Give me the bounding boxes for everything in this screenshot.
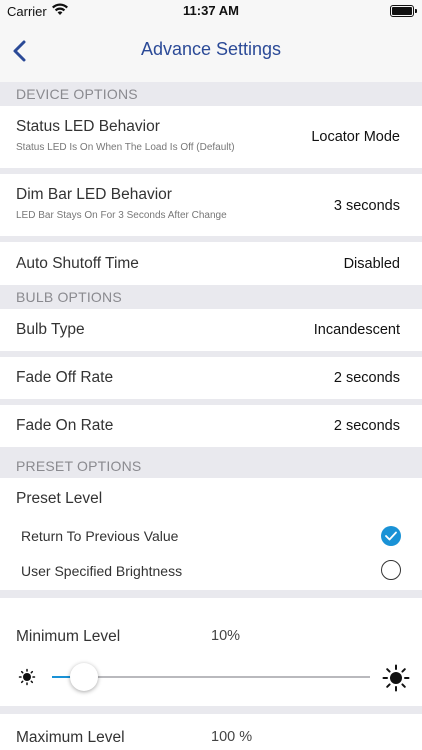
- section-header-bulb-options: BULB OPTIONS: [0, 285, 422, 309]
- status-led-sublabel: Status LED Is On When The Load Is Off (D…: [16, 142, 235, 153]
- preset-option-label: User Specified Brightness: [21, 563, 183, 579]
- maximum-level-label: Maximum Level: [16, 729, 125, 746]
- status-led-row[interactable]: Status LED Behavior Status LED Is On Whe…: [0, 106, 422, 168]
- clock: 11:37 AM: [183, 3, 239, 18]
- sun-small-icon: [18, 668, 36, 686]
- preset-option-return-to-previous[interactable]: Return To Previous Value: [0, 522, 422, 550]
- radio-unselected-icon[interactable]: [381, 560, 401, 580]
- minimum-level-value: 10%: [211, 628, 241, 644]
- dim-bar-led-row[interactable]: Dim Bar LED Behavior LED Bar Stays On Fo…: [0, 174, 422, 236]
- dim-bar-led-label: Dim Bar LED Behavior: [16, 186, 172, 203]
- section-header-label: DEVICE OPTIONS: [16, 86, 138, 102]
- navigation-bar: Advance Settings: [0, 22, 422, 82]
- minimum-level-slider-track[interactable]: [52, 676, 370, 678]
- minimum-level-slider-thumb[interactable]: [69, 663, 98, 691]
- battery-level: [392, 7, 412, 15]
- checkmark-icon[interactable]: [381, 526, 401, 546]
- fade-on-rate-label: Fade On Rate: [16, 417, 114, 434]
- section-header-label: BULB OPTIONS: [16, 289, 122, 305]
- maximum-level-value: 100 %: [211, 729, 253, 745]
- status-led-label: Status LED Behavior: [16, 118, 160, 135]
- auto-shutoff-label: Auto Shutoff Time: [16, 255, 139, 272]
- section-header-preset-options: PRESET OPTIONS: [0, 454, 422, 478]
- status-led-value: Locator Mode: [311, 129, 400, 145]
- dim-bar-led-value: 3 seconds: [333, 198, 400, 214]
- minimum-level-label: Minimum Level: [16, 628, 121, 645]
- fade-off-rate-label: Fade Off Rate: [16, 369, 114, 386]
- sun-large-icon: [382, 664, 410, 692]
- bulb-type-label: Bulb Type: [16, 321, 85, 338]
- preset-option-label: Return To Previous Value: [21, 528, 179, 544]
- fade-off-rate-row[interactable]: Fade Off Rate 2 seconds: [0, 357, 422, 399]
- preset-option-user-specified[interactable]: User Specified Brightness: [0, 557, 422, 585]
- preset-level-label: Preset Level: [16, 490, 103, 507]
- battery-icon: [390, 5, 417, 17]
- preset-level-group: Preset Level Return To Previous Value Us…: [0, 478, 422, 590]
- bulb-type-row[interactable]: Bulb Type Incandescent: [0, 309, 422, 351]
- auto-shutoff-row[interactable]: Auto Shutoff Time Disabled: [0, 242, 422, 285]
- maximum-level-cell: Maximum Level 100 %: [0, 714, 422, 750]
- section-header-device-options: DEVICE OPTIONS: [0, 82, 422, 106]
- bulb-type-value: Incandescent: [313, 322, 400, 338]
- status-bar: Carrier 11:37 AM: [0, 0, 422, 22]
- page-title: Advance Settings: [140, 39, 282, 59]
- section-header-label: PRESET OPTIONS: [16, 458, 142, 474]
- fade-on-rate-row[interactable]: Fade On Rate 2 seconds: [0, 405, 422, 447]
- auto-shutoff-value: Disabled: [343, 256, 400, 272]
- dim-bar-led-sublabel: LED Bar Stays On For 3 Seconds After Cha…: [16, 210, 227, 221]
- minimum-level-cell: Minimum Level 10%: [0, 598, 422, 706]
- fade-off-rate-value: 2 seconds: [333, 370, 400, 386]
- fade-on-rate-value: 2 seconds: [333, 418, 400, 434]
